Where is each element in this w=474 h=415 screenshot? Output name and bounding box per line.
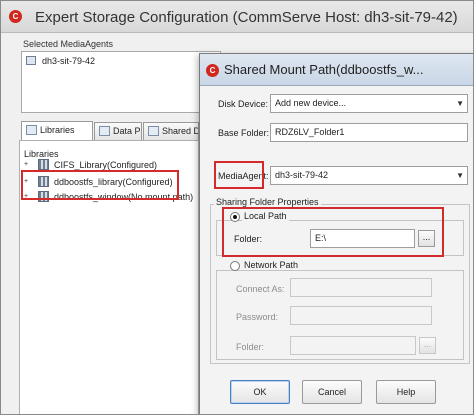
help-button[interactable]: Help <box>376 380 436 404</box>
highlight-box-mediaagent-label <box>214 161 264 189</box>
network-folder-browse-button[interactable]: ... <box>419 337 436 354</box>
base-folder-input[interactable]: RDZ6LV_Folder1 <box>270 123 468 142</box>
library-icon <box>26 125 37 135</box>
password-input[interactable] <box>290 306 432 325</box>
main-title-bar: C Expert Storage Configuration (CommServ… <box>1 1 473 33</box>
tree-item-label: CIFS_Library(Configured) <box>54 160 158 170</box>
expand-icon[interactable]: + <box>24 161 28 168</box>
sharing-folder-properties-legend: Sharing Folder Properties <box>214 197 321 207</box>
dropdown-arrow-icon: ▼ <box>456 99 464 108</box>
server-icon <box>26 56 36 65</box>
highlight-box-local-path <box>222 207 444 257</box>
data-paths-icon <box>99 126 110 136</box>
tree-root-libraries[interactable]: Libraries <box>24 149 59 159</box>
tab-shared-disk[interactable]: Shared D <box>143 122 199 140</box>
dropdown-arrow-icon: ▼ <box>456 171 464 180</box>
disk-device-value: Add new device... <box>275 98 347 108</box>
base-folder-label: Base Folder: <box>218 128 270 138</box>
disk-device-label: Disk Device: <box>218 99 269 109</box>
tab-libraries-label: Libraries <box>40 125 75 135</box>
network-folder-input[interactable] <box>290 336 416 355</box>
network-path-label: Network Path <box>242 260 301 270</box>
highlight-box-tree-items <box>21 170 179 200</box>
main-window: C Expert Storage Configuration (CommServ… <box>0 0 474 415</box>
main-window-title: Expert Storage Configuration (CommServe … <box>35 9 458 26</box>
mediaagent-combo[interactable]: dh3-sit-79-42 ▼ <box>270 166 468 185</box>
connect-as-input[interactable] <box>290 278 432 297</box>
tab-shared-disk-label: Shared D <box>162 126 199 136</box>
ok-button[interactable]: OK <box>230 380 290 404</box>
tab-data-paths[interactable]: Data Paths <box>94 122 142 140</box>
cancel-button[interactable]: Cancel <box>302 380 362 404</box>
shared-mount-path-dialog: C Shared Mount Path(ddboostfs_w... Disk … <box>199 53 473 414</box>
selected-mediaagents-list[interactable]: dh3-sit-79-42 <box>21 51 221 113</box>
network-folder-label: Folder: <box>236 342 265 352</box>
selected-mediaagents-label: Selected MediaAgents <box>23 39 114 49</box>
commvault-logo-icon: C <box>9 10 22 23</box>
mediaagent-value: dh3-sit-79-42 <box>275 170 329 180</box>
tab-libraries[interactable]: Libraries <box>21 121 93 140</box>
mediaagent-name: dh3-sit-79-42 <box>42 56 96 66</box>
library-icon <box>38 159 49 170</box>
disk-device-combo[interactable]: Add new device... ▼ <box>270 94 468 113</box>
commvault-logo-icon: C <box>206 64 219 77</box>
connect-as-label: Connect As: <box>236 284 285 294</box>
network-path-radio[interactable] <box>230 261 240 271</box>
shared-disk-icon <box>148 126 159 136</box>
dialog-title-bar: C Shared Mount Path(ddboostfs_w... <box>200 54 473 86</box>
password-label: Password: <box>236 312 279 322</box>
tab-data-paths-label: Data Paths <box>113 126 141 136</box>
dialog-title: Shared Mount Path(ddboostfs_w... <box>224 62 424 77</box>
